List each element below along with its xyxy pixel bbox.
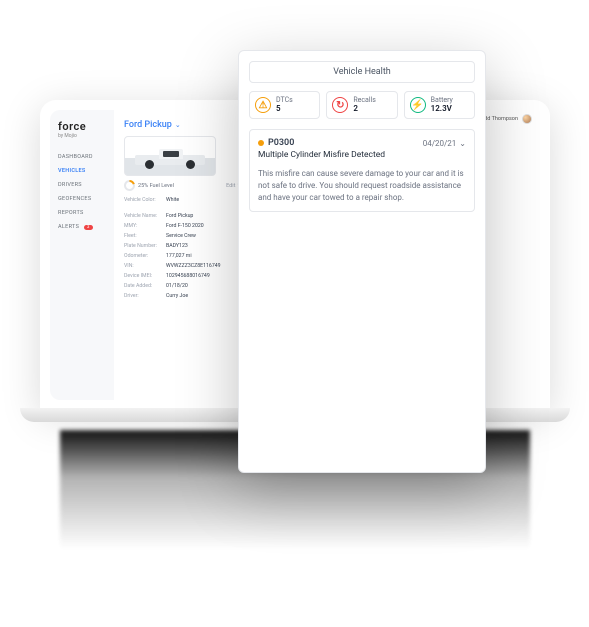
- dtc-date[interactable]: 04/20/21 ⌄: [423, 139, 466, 148]
- spec-row: Plate Number:BADY123: [124, 241, 242, 251]
- vehicle-health-modal: Vehicle Health ⚠ DTCs 5 ↻ Recalls 2 ⚡ Ba…: [238, 50, 486, 473]
- spec-label: MMY:: [124, 223, 166, 229]
- sidebar-item-dashboard[interactable]: DASHBOARD: [58, 151, 106, 163]
- fuel-row: 25% Fuel Level Edit ✎: [124, 180, 242, 191]
- sidebar-item-label: ALERTS: [58, 224, 79, 230]
- sidebar-item-drivers[interactable]: DRIVERS: [58, 179, 106, 191]
- spec-row: Device IMEI:102945688016749: [124, 271, 242, 281]
- brand: force by Mojio: [58, 120, 106, 139]
- spec-value: Ford F-150 2020: [166, 223, 204, 229]
- spec-row: Vehicle Name:Ford Pickup: [124, 211, 242, 221]
- vehicle-title-text: Ford Pickup: [124, 120, 172, 130]
- spec-value: Service Crew: [166, 233, 196, 239]
- truck-illustration: [135, 147, 205, 169]
- chevron-down-icon: ⌄: [459, 139, 466, 148]
- spec-value: White: [166, 197, 179, 203]
- spec-label: Vehicle Name:: [124, 213, 166, 219]
- spec-row: VIN:WVWZZZ3CZ8E116749: [124, 261, 242, 271]
- modal-title: Vehicle Health: [249, 61, 475, 83]
- dtc-icon: ⚠: [255, 97, 271, 113]
- spec-label: Date Added:: [124, 283, 166, 289]
- spec-label: Driver:: [124, 293, 166, 299]
- avatar[interactable]: [522, 114, 532, 124]
- spec-value: WVWZZZ3CZ8E116749: [166, 263, 221, 269]
- spec-row: Date Added:01/18/20: [124, 281, 242, 291]
- brand-name: force: [58, 120, 106, 133]
- spec-value: Curry Joe: [166, 293, 188, 299]
- spec-label: Vehicle Color:: [124, 197, 166, 203]
- sidebar-item-alerts[interactable]: ALERTS 3: [58, 221, 106, 233]
- topbar: Todd Thompson: [478, 114, 532, 124]
- status-dot-icon: [258, 140, 264, 146]
- dtc-title: Multiple Cylinder Misfire Detected: [258, 150, 466, 160]
- brand-byline: by Mojio: [58, 133, 106, 139]
- stat-value: 5: [276, 105, 293, 114]
- spec-value: Ford Pickup: [166, 213, 193, 219]
- dtc-body: This misfire can cause severe damage to …: [258, 168, 466, 203]
- spec-label: VIN:: [124, 263, 166, 269]
- spec-value: 01/18/20: [166, 283, 188, 289]
- stat-battery[interactable]: ⚡ Battery 12.3V: [404, 91, 475, 119]
- spec-row: Odometer:177,027 mi: [124, 251, 242, 261]
- spec-value: 177,027 mi: [166, 253, 192, 259]
- spec-label: Plate Number:: [124, 243, 166, 249]
- alerts-badge: 3: [84, 225, 93, 230]
- dtc-card[interactable]: P0300 04/20/21 ⌄ Multiple Cylinder Misfi…: [249, 129, 475, 212]
- spec-row: MMY:Ford F-150 2020: [124, 221, 242, 231]
- spec-label: Fleet:: [124, 233, 166, 239]
- fuel-label: 25% Fuel Level: [138, 183, 174, 189]
- sidebar-item-geofences[interactable]: GEOFENCES: [58, 193, 106, 205]
- fuel-gauge-icon: [124, 180, 135, 191]
- dtc-code: P0300: [268, 138, 294, 148]
- recall-icon: ↻: [332, 97, 348, 113]
- spec-label: Odometer:: [124, 253, 166, 259]
- stat-value: 12.3V: [431, 105, 453, 114]
- stat-value: 2: [353, 105, 376, 114]
- vehicle-detail-column: Ford Pickup ⌄ 25% Fuel Level: [124, 120, 242, 400]
- chevron-down-icon: ⌄: [175, 121, 181, 129]
- sidebar-item-vehicles[interactable]: VEHICLES: [58, 165, 106, 177]
- sidebar-item-reports[interactable]: REPORTS: [58, 207, 106, 219]
- stat-dtcs[interactable]: ⚠ DTCs 5: [249, 91, 320, 119]
- vehicle-selector[interactable]: Ford Pickup ⌄: [124, 120, 242, 130]
- health-stat-row: ⚠ DTCs 5 ↻ Recalls 2 ⚡ Battery 12.3V: [249, 91, 475, 119]
- spec-value: BADY123: [166, 243, 188, 249]
- battery-icon: ⚡: [410, 97, 426, 113]
- spec-row-color: Vehicle Color: White: [124, 195, 242, 205]
- dtc-date-text: 04/20/21: [423, 139, 457, 148]
- vehicle-image: [124, 136, 216, 176]
- spec-value: 102945688016749: [166, 273, 210, 279]
- dtc-head: P0300 04/20/21 ⌄: [258, 138, 466, 148]
- stat-recalls[interactable]: ↻ Recalls 2: [326, 91, 397, 119]
- spec-row: Fleet:Service Crew: [124, 231, 242, 241]
- spec-row: Driver:Curry Joe: [124, 291, 242, 301]
- sidebar: force by Mojio DASHBOARD VEHICLES DRIVER…: [50, 110, 114, 400]
- spec-label: Device IMEI:: [124, 273, 166, 279]
- edit-label: Edit: [226, 183, 235, 189]
